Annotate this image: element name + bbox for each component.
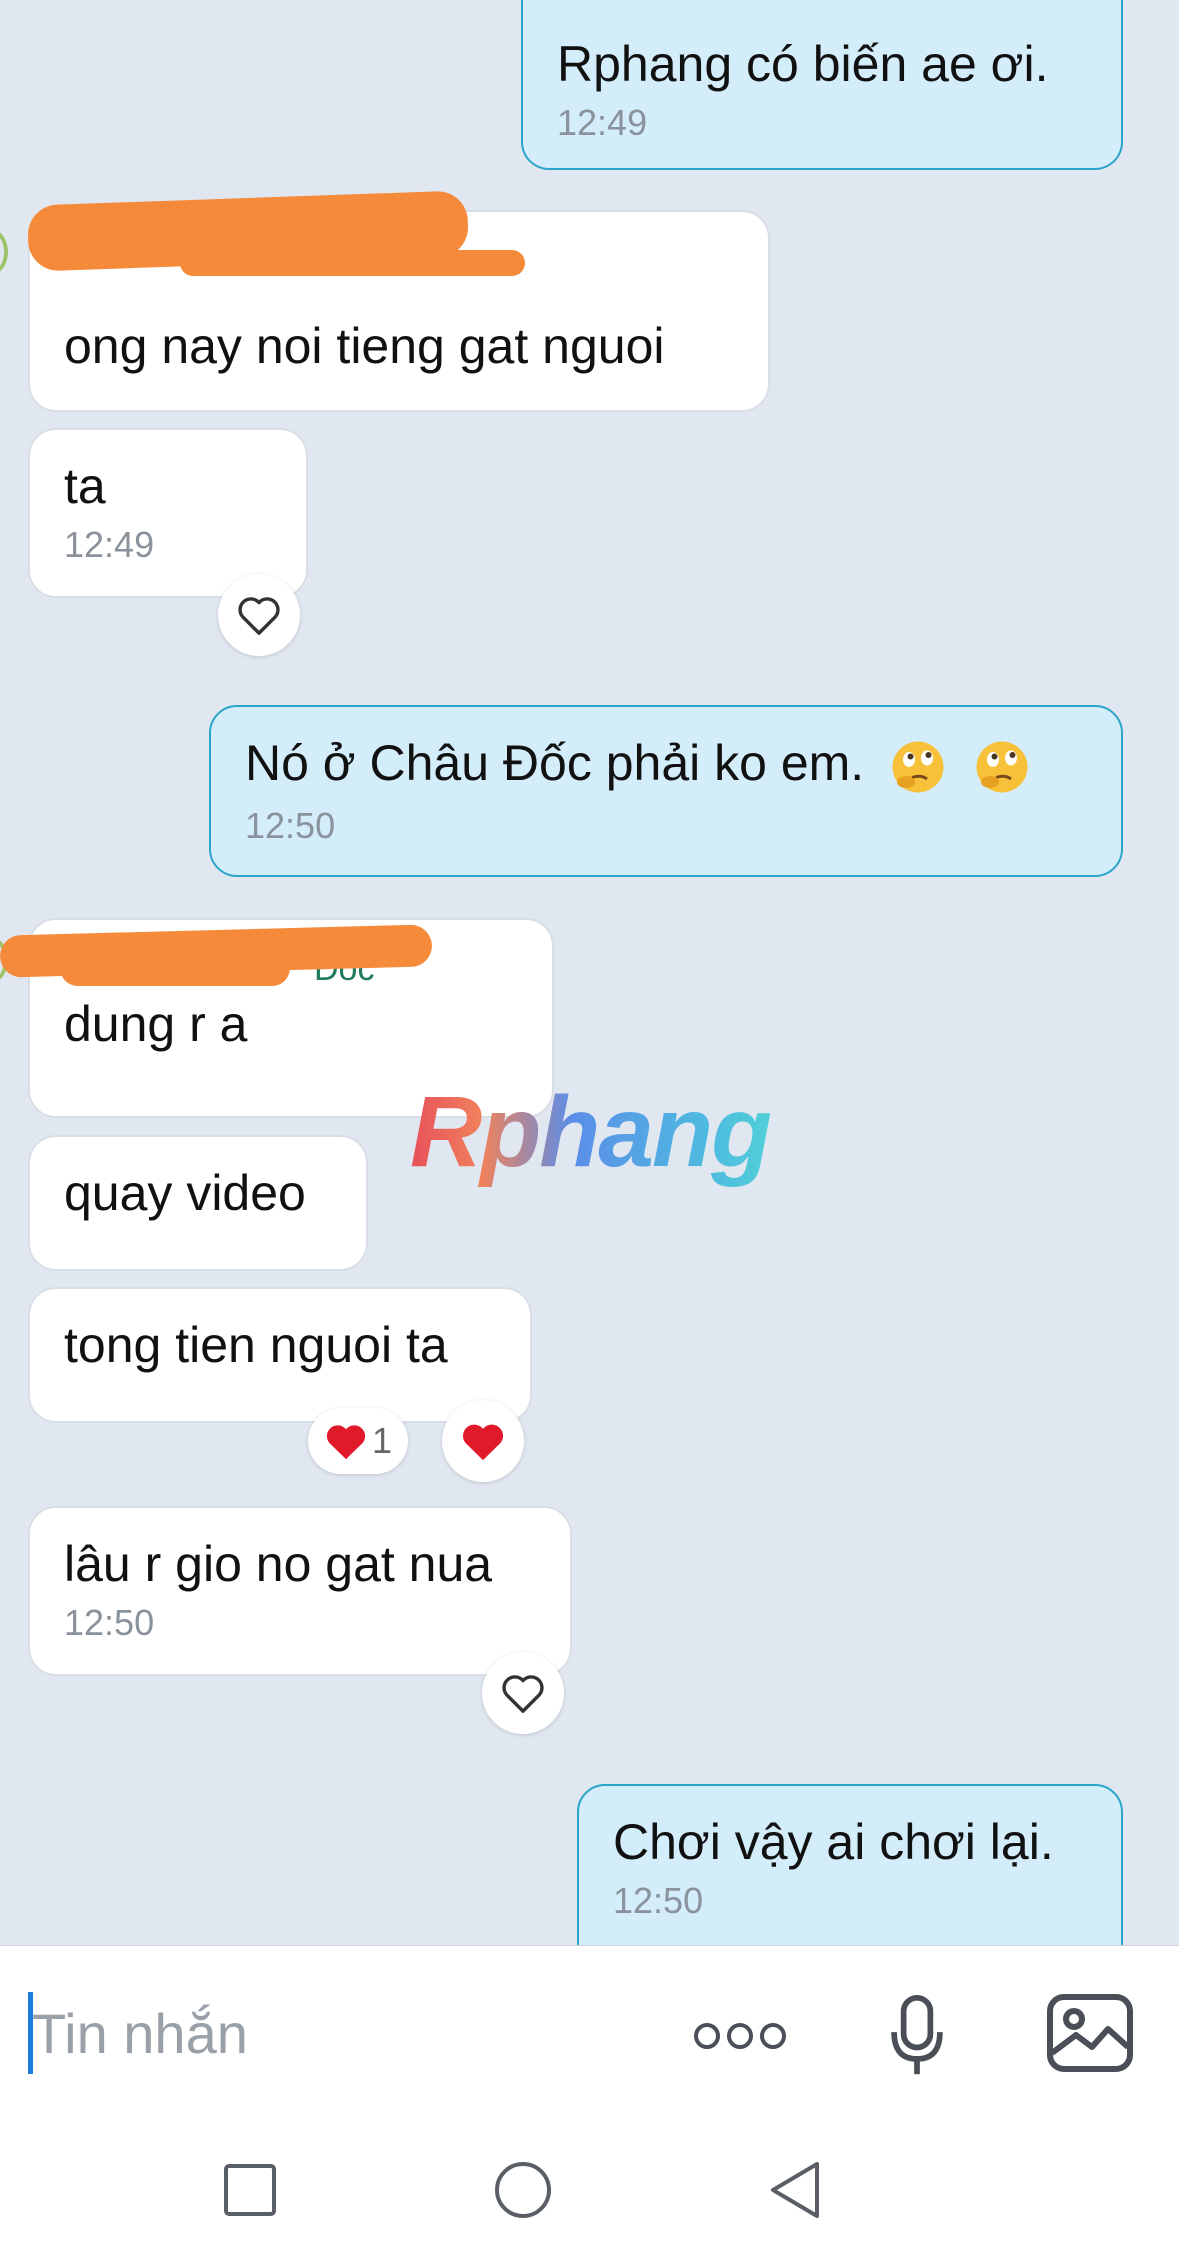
recent-apps-button[interactable] [210, 2155, 290, 2225]
redaction-mark [300, 213, 465, 237]
red-heart-icon [462, 1424, 504, 1461]
message-text: ong nay noi tieng gat nguoi [64, 318, 665, 374]
avatar[interactable] [0, 230, 8, 274]
reaction-count-badge[interactable]: 1 [308, 1408, 409, 1474]
more-button[interactable] [690, 2001, 790, 2071]
redaction-mark [60, 950, 290, 986]
message-time: 12:50 [245, 804, 336, 846]
message-text-row: Nó ở Châu Đốc phải ko em. [245, 733, 1087, 797]
like-button[interactable] [218, 574, 300, 656]
home-icon [495, 2162, 551, 2218]
message-bubble-outgoing[interactable]: Rphang có biến ae ơi. 12:49 [521, 0, 1123, 170]
system-navigation-bar [0, 2125, 1179, 2255]
chat-area: Rphang có biến ae ơi. 12:49 ong nay noi … [0, 0, 1179, 1945]
message-time: 12:49 [557, 102, 648, 143]
message-text: quay video [64, 1165, 306, 1221]
message-text: ta [64, 458, 106, 514]
more-dots-icon [694, 2023, 786, 2049]
image-icon [1047, 1994, 1133, 2072]
thinking-face-emoji [976, 741, 1028, 793]
message-composer [0, 1945, 1179, 2126]
message-text: Rphang có biến ae ơi. [557, 36, 1049, 92]
microphone-icon [891, 1994, 943, 2075]
message-bubble-incoming[interactable]: tong tien nguoi ta [28, 1287, 532, 1423]
home-button[interactable] [483, 2155, 563, 2225]
message-time: 12:50 [64, 1602, 155, 1643]
message-bubble-incoming[interactable]: quay video [28, 1135, 368, 1271]
message-bubble-incoming[interactable]: lâu r gio no gat nua 12:50 [28, 1506, 572, 1676]
message-bubble-incoming[interactable]: ta 12:49 [28, 428, 308, 598]
message-text: tong tien nguoi ta [64, 1317, 448, 1373]
message-text: Nó ở Châu Đốc phải ko em. [245, 735, 865, 791]
back-button[interactable] [755, 2155, 835, 2225]
voice-button[interactable] [875, 1986, 959, 2086]
red-heart-icon [326, 1425, 366, 1460]
reaction-button[interactable] [442, 1400, 524, 1482]
message-text: dung r a [64, 996, 248, 1052]
message-text: Chơi vậy ai chơi lại. [613, 1814, 1054, 1870]
heart-outline-icon [502, 1675, 544, 1713]
watermark-logo: Rphang [410, 1076, 772, 1188]
recent-apps-icon [224, 2164, 276, 2216]
message-bubble-outgoing[interactable]: Nó ở Châu Đốc phải ko em. 12:50 [209, 705, 1123, 877]
redaction-mark [180, 250, 525, 276]
reaction-count: 1 [372, 1420, 393, 1461]
thinking-face-emoji [892, 741, 944, 793]
image-button[interactable] [1040, 1988, 1140, 2078]
back-icon [771, 2162, 819, 2218]
message-time: 12:50 [613, 1880, 704, 1921]
like-button[interactable] [482, 1652, 564, 1734]
message-input[interactable] [32, 1986, 652, 2080]
message-text: lâu r gio no gat nua [64, 1536, 493, 1592]
heart-outline-icon [238, 597, 280, 635]
message-bubble-outgoing[interactable]: Chơi vậy ai chơi lại. 12:50 [577, 1784, 1123, 1945]
message-time: 12:49 [64, 524, 155, 565]
